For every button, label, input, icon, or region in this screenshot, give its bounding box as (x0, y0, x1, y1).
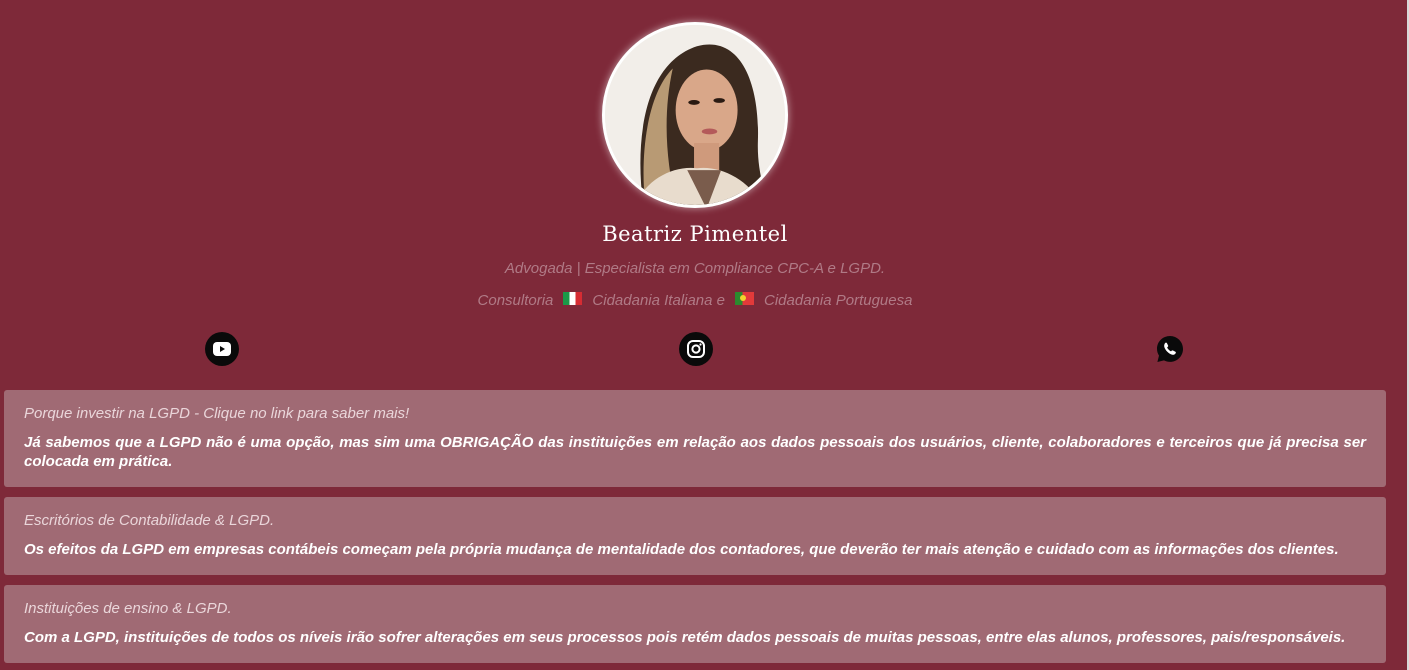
card-education-lgpd[interactable]: Instituições de ensino & LGPD. Com a LGP… (4, 585, 1386, 663)
card-title: Porque investir na LGPD - Clique no link… (24, 405, 410, 422)
youtube-link[interactable] (205, 332, 239, 366)
profile-name: Beatriz Pimentel (602, 222, 788, 246)
card-accounting-lgpd[interactable]: Escritórios de Contabilidade & LGPD. Os … (4, 497, 1386, 575)
card-description: Os efeitos da LGPD em empresas contábeis… (24, 541, 1339, 558)
profile-photo (605, 25, 785, 205)
portugal-flag-icon (735, 292, 755, 305)
services-portuguese: Cidadania Portuguesa (764, 292, 913, 309)
profile-subtitle: Advogada | Especialista em Compliance CP… (504, 260, 886, 277)
avatar (602, 22, 788, 208)
italy-flag-icon (563, 292, 583, 305)
card-title: Escritórios de Contabilidade & LGPD. (24, 512, 275, 529)
card-description: Com a LGPD, instituições de todos os nív… (24, 629, 1346, 646)
instagram-link[interactable] (679, 332, 713, 366)
whatsapp-icon (1157, 336, 1183, 362)
card-lgpd-investment[interactable]: Porque investir na LGPD - Clique no link… (4, 390, 1386, 487)
services-line: Consultoria Cidadania Italiana e Cidadan… (0, 292, 1390, 309)
whatsapp-link[interactable] (1153, 332, 1187, 366)
services-italian: Cidadania Italiana e (592, 292, 726, 309)
card-title: Instituições de ensino & LGPD. (24, 600, 232, 617)
instagram-icon (687, 340, 705, 358)
services-prefix: Consultoria (477, 292, 554, 309)
youtube-icon (213, 342, 231, 356)
card-description: Já sabemos que a LGPD não é uma opção, m… (24, 434, 1366, 470)
